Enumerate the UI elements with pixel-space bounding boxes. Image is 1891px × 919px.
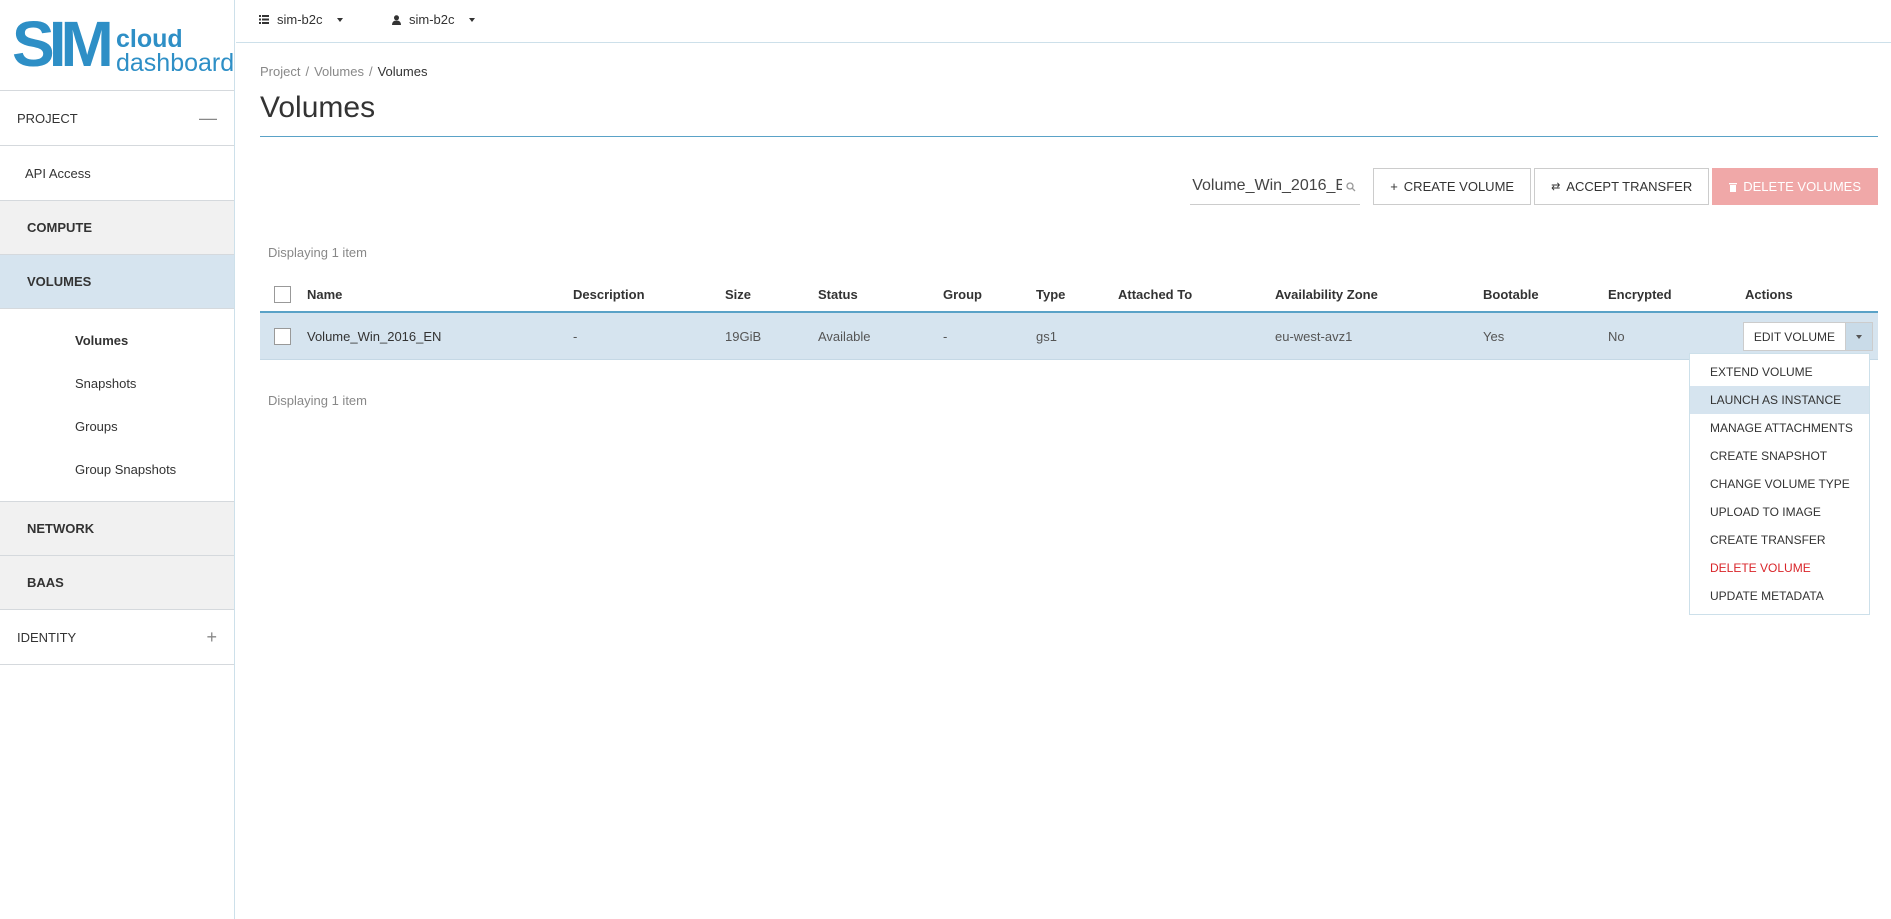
breadcrumb-current: Volumes xyxy=(377,64,428,79)
col-description[interactable]: Description xyxy=(573,287,645,302)
col-encrypted[interactable]: Encrypted xyxy=(1608,287,1672,302)
menu-create-transfer[interactable]: CREATE TRANSFER xyxy=(1690,526,1869,554)
row-checkbox[interactable] xyxy=(274,328,291,345)
breadcrumb-volumes[interactable]: Volumes xyxy=(314,64,364,79)
delete-volumes-label: DELETE VOLUMES xyxy=(1743,179,1861,194)
menu-create-snapshot[interactable]: CREATE SNAPSHOT xyxy=(1690,442,1869,470)
col-size[interactable]: Size xyxy=(725,287,751,302)
menu-launch-as-instance[interactable]: LAUNCH AS INSTANCE xyxy=(1690,386,1869,414)
cell-name[interactable]: Volume_Win_2016_EN xyxy=(307,329,441,344)
nav-sub-groups[interactable]: Groups xyxy=(0,405,234,448)
nav-section-identity[interactable]: IDENTITY + xyxy=(0,610,234,665)
cell-status: Available xyxy=(818,328,871,344)
exchange-icon: ⇄ xyxy=(1551,181,1561,193)
cell-type: gs1 xyxy=(1036,328,1057,344)
user-selector[interactable]: sim-b2c xyxy=(392,12,475,27)
page-title: Volumes xyxy=(260,91,376,124)
nav-sub-group-snapshots[interactable]: Group Snapshots xyxy=(0,448,234,491)
app-root: SIM cloud dashboard PROJECT — API Access… xyxy=(0,0,1891,919)
breadcrumb: Project / Volumes / Volumes xyxy=(260,64,427,79)
list-icon xyxy=(259,15,269,24)
table-header: Name Description Size Status Group Type … xyxy=(260,277,1878,313)
project-selector-label: sim-b2c xyxy=(277,12,323,27)
search-icon[interactable] xyxy=(1346,181,1356,192)
menu-change-volume-type[interactable]: CHANGE VOLUME TYPE xyxy=(1690,470,1869,498)
cell-description: - xyxy=(573,328,578,344)
trash-icon xyxy=(1729,182,1738,192)
nav-section-project[interactable]: PROJECT — xyxy=(0,91,234,146)
sidebar: SIM cloud dashboard PROJECT — API Access… xyxy=(0,0,235,919)
collapse-icon[interactable]: — xyxy=(199,108,217,129)
chevron-down-icon xyxy=(1856,334,1862,339)
menu-extend-volume[interactable]: EXTEND VOLUME xyxy=(1690,358,1869,386)
select-all-checkbox[interactable] xyxy=(274,286,291,303)
nav-section-project-label: PROJECT xyxy=(17,110,78,126)
create-volume-button[interactable]: + CREATE VOLUME xyxy=(1373,168,1532,205)
row-actions-menu: EXTEND VOLUME LAUNCH AS INSTANCE MANAGE … xyxy=(1689,353,1870,615)
accept-transfer-button[interactable]: ⇄ ACCEPT TRANSFER xyxy=(1534,168,1710,205)
display-count-bottom: Displaying 1 item xyxy=(268,393,367,408)
col-type[interactable]: Type xyxy=(1036,287,1065,302)
chevron-down-icon xyxy=(468,17,475,22)
col-availability-zone[interactable]: Availability Zone xyxy=(1275,287,1378,302)
project-selector[interactable]: sim-b2c xyxy=(259,12,343,27)
nav-section-identity-label: IDENTITY xyxy=(17,629,77,645)
col-attached-to[interactable]: Attached To xyxy=(1118,287,1192,302)
cell-group: - xyxy=(943,328,948,344)
nav-sub-volumes[interactable]: Volumes xyxy=(0,319,234,362)
row-actions: EDIT VOLUME xyxy=(1742,322,1873,351)
cell-encrypted: No xyxy=(1608,328,1625,344)
user-icon xyxy=(392,14,401,25)
col-name[interactable]: Name xyxy=(307,287,342,302)
col-group[interactable]: Group xyxy=(943,287,982,302)
logo-word-dashboard: dashboard xyxy=(116,49,235,77)
delete-volumes-button[interactable]: DELETE VOLUMES xyxy=(1712,168,1878,205)
menu-manage-attachments[interactable]: MANAGE ATTACHMENTS xyxy=(1690,414,1869,442)
nav-group-volumes[interactable]: VOLUMES xyxy=(0,255,234,309)
display-count-top: Displaying 1 item xyxy=(268,245,367,260)
cell-bootable: Yes xyxy=(1483,328,1505,344)
menu-update-metadata[interactable]: UPDATE METADATA xyxy=(1690,582,1869,610)
breadcrumb-separator: / xyxy=(305,64,310,79)
logo[interactable]: SIM cloud dashboard xyxy=(0,0,234,91)
toolbar: + CREATE VOLUME ⇄ ACCEPT TRANSFER DELETE… xyxy=(1190,168,1878,205)
user-selector-label: sim-b2c xyxy=(409,12,455,27)
plus-icon: + xyxy=(1390,179,1398,194)
col-bootable[interactable]: Bootable xyxy=(1483,287,1539,302)
chevron-down-icon xyxy=(336,17,343,22)
nav-group-baas[interactable]: BAAS xyxy=(0,556,234,610)
breadcrumb-project[interactable]: Project xyxy=(260,64,300,79)
nav-group-network[interactable]: NETWORK xyxy=(0,502,234,556)
menu-upload-to-image[interactable]: UPLOAD TO IMAGE xyxy=(1690,498,1869,526)
expand-icon[interactable]: + xyxy=(206,627,217,648)
nav-sub-snapshots[interactable]: Snapshots xyxy=(0,362,234,405)
menu-delete-volume[interactable]: DELETE VOLUME xyxy=(1690,554,1869,582)
cell-availability-zone: eu-west-avz1 xyxy=(1275,328,1353,344)
accept-transfer-label: ACCEPT TRANSFER xyxy=(1566,179,1693,194)
volumes-submenu: Volumes Snapshots Groups Group Snapshots xyxy=(0,309,234,502)
breadcrumb-separator: / xyxy=(368,64,373,79)
volumes-table: Name Description Size Status Group Type … xyxy=(260,277,1878,360)
nav-group-compute[interactable]: COMPUTE xyxy=(0,201,234,255)
cell-size: 19GiB xyxy=(725,328,762,344)
col-status[interactable]: Status xyxy=(818,287,858,302)
filter-input[interactable] xyxy=(1190,168,1361,205)
title-divider xyxy=(260,136,1878,137)
edit-volume-button[interactable]: EDIT VOLUME xyxy=(1742,322,1846,351)
topbar: sim-b2c sim-b2c xyxy=(236,0,1891,43)
logo-brand: SIM xyxy=(12,8,114,80)
row-actions-toggle[interactable] xyxy=(1846,322,1873,351)
table-row[interactable]: Volume_Win_2016_EN - 19GiB Available - g… xyxy=(260,313,1878,360)
nav-item-api-access[interactable]: API Access xyxy=(0,146,234,201)
create-volume-label: CREATE VOLUME xyxy=(1403,179,1515,194)
col-actions: Actions xyxy=(1745,286,1793,302)
